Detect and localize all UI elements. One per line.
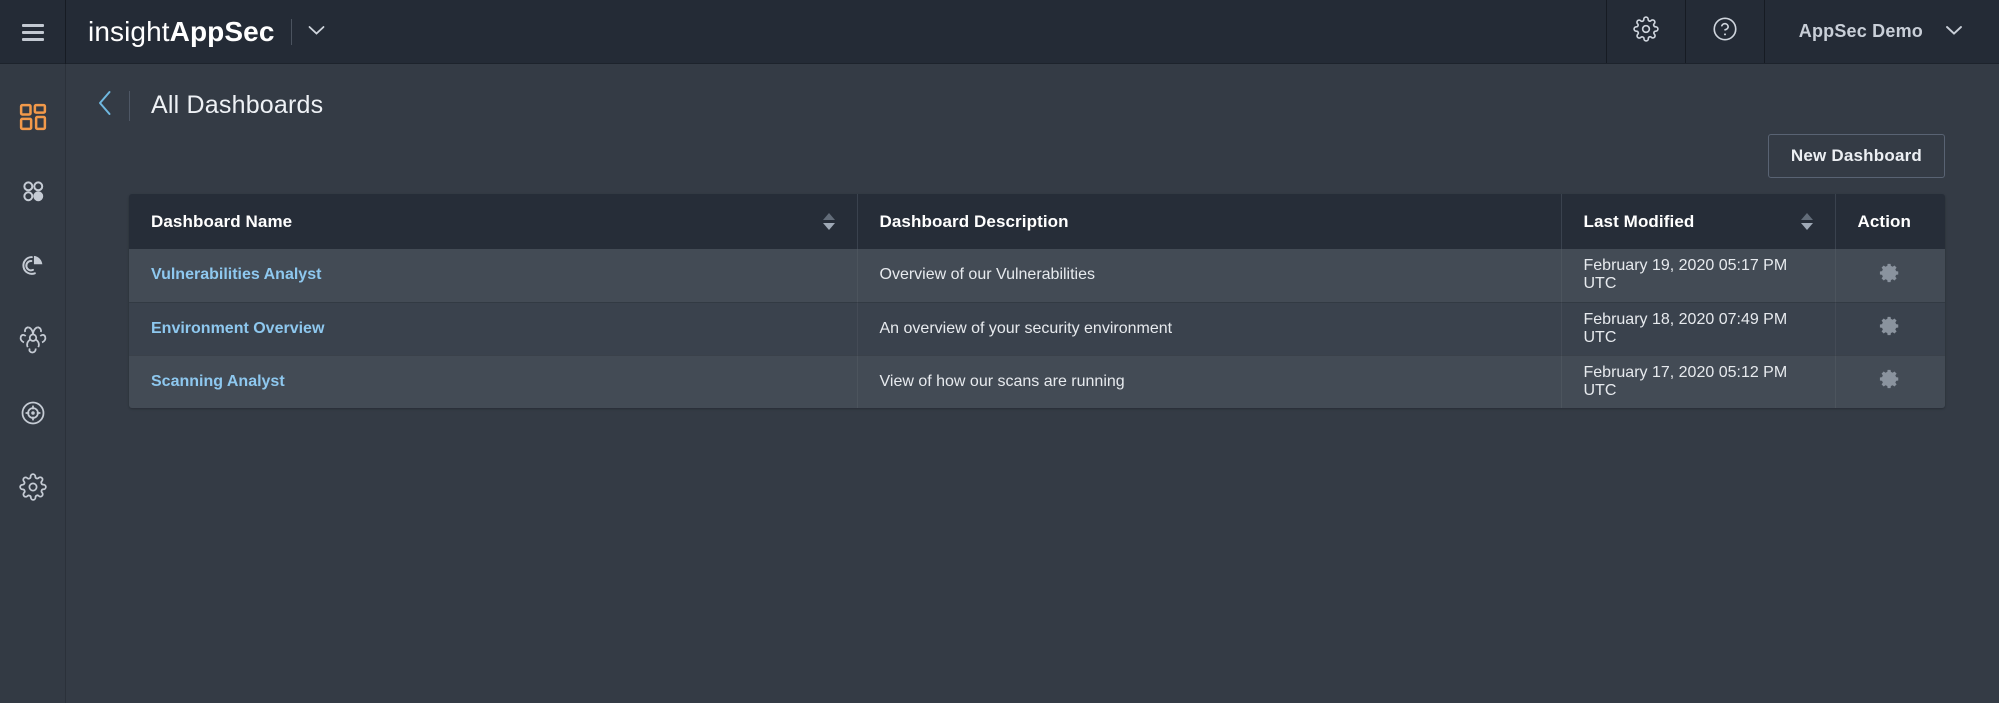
gear-icon: [1879, 368, 1901, 395]
table-row: Environment Overview An overview of your…: [129, 302, 1945, 355]
main-content: All Dashboards New Dashboard Dashboard N…: [67, 64, 1999, 703]
sort-descending-icon: [1801, 223, 1813, 230]
column-header-dashboard-description[interactable]: Dashboard Description: [857, 194, 1561, 249]
pie-chart-icon: [19, 251, 47, 284]
account-chevron-down-icon: [1945, 23, 1963, 41]
breadcrumb-divider: [129, 91, 130, 121]
brand-divider: [291, 19, 292, 45]
biohazard-icon: [18, 324, 48, 359]
cell-action: [1835, 249, 1945, 302]
account-name-label: AppSec Demo: [1799, 21, 1923, 42]
sort-toggle-dashboard-name[interactable]: [823, 213, 835, 230]
column-label: Dashboard Description: [880, 212, 1069, 232]
sort-ascending-icon: [823, 213, 835, 220]
cell-dashboard-description: View of how our scans are running: [857, 355, 1561, 408]
gear-icon: [1633, 16, 1659, 47]
brand-light-text: insight: [88, 16, 170, 47]
gear-icon: [19, 473, 47, 506]
gear-icon: [1879, 315, 1901, 342]
help-circle-icon: [1711, 15, 1739, 48]
sort-descending-icon: [823, 223, 835, 230]
grid-dashboard-icon: [18, 102, 48, 137]
table-row: Scanning Analyst View of how our scans a…: [129, 355, 1945, 408]
target-scan-icon: [19, 399, 47, 432]
sidebar-item-settings[interactable]: [0, 452, 66, 526]
column-header-action: Action: [1835, 194, 1945, 249]
dashboard-link[interactable]: Environment Overview: [151, 320, 324, 337]
column-label: Last Modified: [1584, 212, 1695, 232]
column-label: Dashboard Name: [151, 212, 292, 232]
global-settings-button[interactable]: [1606, 0, 1685, 63]
cell-dashboard-description: Overview of our Vulnerabilities: [857, 249, 1561, 302]
account-menu[interactable]: AppSec Demo: [1764, 0, 1999, 63]
sidebar-item-dashboards[interactable]: [0, 82, 66, 156]
new-dashboard-button[interactable]: New Dashboard: [1768, 134, 1945, 178]
cell-dashboard-name: Environment Overview: [129, 302, 857, 355]
cell-action: [1835, 355, 1945, 408]
page-actions: New Dashboard: [67, 134, 1999, 178]
dashboard-link[interactable]: Scanning Analyst: [151, 373, 285, 390]
sidebar-item-reports[interactable]: [0, 230, 66, 304]
cell-last-modified: February 17, 2020 05:12 PM UTC: [1561, 355, 1835, 408]
row-actions-button[interactable]: [1873, 258, 1907, 292]
table-row: Vulnerabilities Analyst Overview of our …: [129, 249, 1945, 302]
top-bar: insightAppSec AppSec Demo: [0, 0, 1999, 64]
sort-ascending-icon: [1801, 213, 1813, 220]
hamburger-icon: [22, 24, 44, 41]
row-actions-button[interactable]: [1873, 312, 1907, 346]
chevron-left-icon: [97, 90, 113, 121]
cell-dashboard-name: Scanning Analyst: [129, 355, 857, 408]
column-label: Action: [1858, 212, 1911, 231]
dashboards-table: Dashboard Name Dashboard Description: [129, 194, 1945, 408]
sidebar: [0, 64, 66, 703]
menu-toggle-button[interactable]: [0, 0, 66, 64]
cell-action: [1835, 302, 1945, 355]
cell-last-modified: February 18, 2020 07:49 PM UTC: [1561, 302, 1835, 355]
sidebar-item-vulnerabilities[interactable]: [0, 304, 66, 378]
brand: insightAppSec: [66, 0, 349, 63]
brand-bold-text: AppSec: [170, 16, 275, 47]
sort-toggle-last-modified[interactable]: [1801, 213, 1813, 230]
cell-last-modified: February 19, 2020 05:17 PM UTC: [1561, 249, 1835, 302]
back-button[interactable]: [87, 88, 123, 124]
breadcrumb: All Dashboards: [67, 64, 1999, 128]
topbar-spacer: [349, 0, 1606, 63]
sidebar-item-scans[interactable]: [0, 378, 66, 452]
help-button[interactable]: [1685, 0, 1764, 63]
gear-icon: [1879, 262, 1901, 289]
column-header-dashboard-name[interactable]: Dashboard Name: [129, 194, 857, 249]
brand-title: insightAppSec: [88, 16, 275, 48]
sidebar-item-apps[interactable]: [0, 156, 66, 230]
apps-circles-icon: [19, 177, 47, 210]
cell-dashboard-name: Vulnerabilities Analyst: [129, 249, 857, 302]
page-title: All Dashboards: [151, 91, 323, 120]
row-actions-button[interactable]: [1873, 365, 1907, 399]
column-header-last-modified[interactable]: Last Modified: [1561, 194, 1835, 249]
cell-dashboard-description: An overview of your security environment: [857, 302, 1561, 355]
brand-chevron-down-icon[interactable]: [308, 24, 325, 39]
table-header-row: Dashboard Name Dashboard Description: [129, 194, 1945, 249]
dashboard-link[interactable]: Vulnerabilities Analyst: [151, 266, 321, 283]
